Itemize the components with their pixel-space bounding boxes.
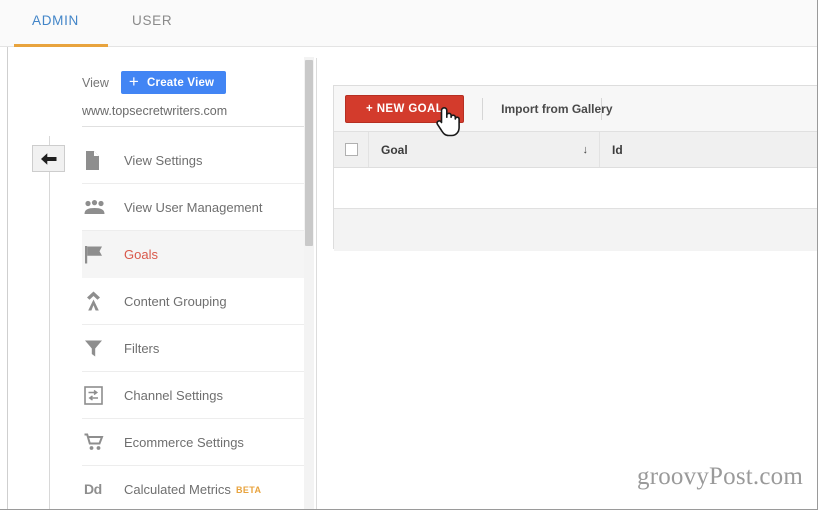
- sidebar-collapse-button[interactable]: [32, 145, 65, 172]
- sidebar-item-label: Calculated Metrics BETA: [124, 482, 261, 497]
- funnel-icon: [82, 339, 124, 358]
- sidebar-item-label: Channel Settings: [124, 387, 224, 403]
- select-all-checkbox[interactable]: [344, 143, 358, 156]
- sidebar-item-label: Filters: [124, 340, 160, 356]
- create-view-label: Create View: [147, 76, 215, 89]
- view-url-text: www.topsecretwriters.com: [82, 104, 228, 118]
- new-goal-button[interactable]: + NEW GOAL: [345, 94, 465, 123]
- id-column-label: Id: [612, 142, 623, 157]
- goal-column-header[interactable]: Goal ↓: [369, 132, 600, 167]
- people-icon: [82, 199, 124, 215]
- toolbar-separator-2: [601, 98, 602, 120]
- view-label: View: [82, 75, 109, 90]
- content-grouping-icon: [82, 291, 124, 311]
- goals-toolbar: + NEW GOAL Import from Gallery: [334, 86, 817, 132]
- goals-table-header: Goal ↓ Id: [334, 132, 817, 168]
- goals-table-empty-body: [334, 168, 817, 209]
- groovypost-watermark: groovyPost.com: [637, 463, 803, 490]
- tab-admin[interactable]: ADMIN: [32, 13, 79, 28]
- dd-icon: Dd: [84, 481, 102, 497]
- sidebar-menu: View Settings View User Management Goals…: [82, 137, 314, 509]
- sidebar-item-content-grouping[interactable]: Content Grouping: [82, 278, 314, 325]
- sidebar-item-goals[interactable]: Goals: [82, 231, 314, 278]
- view-row: View + Create View: [82, 71, 227, 94]
- id-column-header[interactable]: Id: [600, 132, 817, 167]
- channel-settings-icon: [82, 385, 124, 405]
- goals-panel: + NEW GOAL Import from Gallery Goal ↓ Id: [333, 85, 817, 251]
- app-screenshot: ADMIN USER View + Create View www.topsec…: [0, 0, 818, 510]
- sidebar-item-label: Ecommerce Settings: [124, 434, 244, 450]
- admin-sidebar: View + Create View www.topsecretwriters.…: [66, 57, 314, 509]
- sidebar-item-channel-settings[interactable]: Channel Settings: [82, 372, 314, 419]
- document-icon: [82, 150, 124, 170]
- sidebar-item-view-user-management[interactable]: View User Management: [82, 184, 314, 231]
- toolbar-separator: [482, 97, 484, 120]
- sidebar-item-label: View Settings: [124, 152, 203, 168]
- select-all-header-cell: [334, 132, 369, 167]
- beta-badge: BETA: [235, 484, 262, 495]
- sidebar-item-ecommerce-settings[interactable]: Ecommerce Settings: [82, 419, 314, 466]
- sidebar-item-text: Calculated Metrics: [124, 481, 231, 497]
- sidebar-scrollbar-thumb[interactable]: [305, 60, 313, 246]
- shopping-cart-icon: [82, 433, 124, 451]
- sidebar-item-label: View User Management: [124, 199, 263, 215]
- sidebar-content-divider: [316, 58, 317, 509]
- sidebar-item-filters[interactable]: Filters: [82, 325, 314, 372]
- back-arrow-icon: [41, 152, 57, 165]
- sort-descending-icon[interactable]: ↓: [583, 144, 589, 156]
- goals-table-footer: [334, 209, 817, 251]
- sidebar-item-label: Goals: [124, 246, 158, 262]
- sidebar-item-label: Content Grouping: [124, 293, 227, 309]
- top-tab-bar: ADMIN USER: [0, 0, 817, 47]
- sidebar-item-view-settings[interactable]: View Settings: [82, 137, 314, 184]
- create-view-button[interactable]: + Create View: [120, 71, 227, 94]
- plus-icon: +: [128, 72, 140, 91]
- goal-column-label: Goal: [381, 142, 408, 157]
- tab-user[interactable]: USER: [132, 13, 172, 28]
- view-url-divider: [82, 126, 306, 127]
- sidebar-item-calculated-metrics[interactable]: Dd Calculated Metrics BETA: [82, 466, 314, 509]
- active-tab-underline: [14, 44, 108, 47]
- rail-divider-line: [49, 136, 50, 509]
- flag-icon: [82, 245, 124, 264]
- left-rail: [0, 47, 8, 509]
- import-from-gallery-link[interactable]: Import from Gallery: [501, 102, 612, 116]
